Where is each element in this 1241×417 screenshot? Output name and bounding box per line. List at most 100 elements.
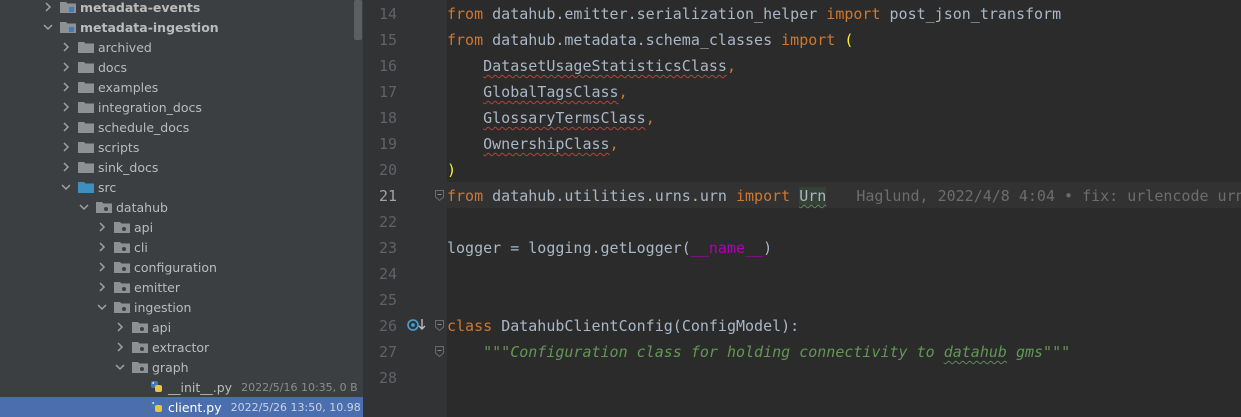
- dunder-name: __name__: [690, 239, 764, 257]
- tree-folder-item[interactable]: graph: [0, 357, 363, 377]
- chevron-right-icon[interactable]: [96, 281, 108, 293]
- fold-start-icon[interactable]: [435, 320, 444, 331]
- import-name: post_json_transform: [880, 5, 1062, 23]
- line-number[interactable]: 26: [363, 313, 397, 339]
- tree-folder-item[interactable]: datahub: [0, 197, 363, 217]
- chevron-down-icon[interactable]: [78, 201, 90, 213]
- line-number[interactable]: 25: [363, 287, 397, 313]
- line-number[interactable]: 19: [363, 131, 397, 157]
- chevron-right-icon[interactable]: [114, 321, 126, 333]
- tree-item-label: metadata-ingestion: [80, 19, 219, 35]
- close-paren: ):: [781, 317, 800, 335]
- tree-folder-item[interactable]: extractor: [0, 337, 363, 357]
- keyword: import: [736, 187, 791, 205]
- tree-item-label: cli: [134, 239, 148, 255]
- comma: ,: [609, 135, 619, 153]
- tree-item-label: api: [152, 319, 172, 335]
- code-line-16[interactable]: DatasetUsageStatisticsClass,: [447, 53, 736, 79]
- fold-start-icon[interactable]: [435, 190, 444, 201]
- tree-folder-item[interactable]: metadata-ingestion: [0, 17, 363, 37]
- chevron-right-icon[interactable]: [60, 141, 72, 153]
- chevron-right-icon[interactable]: [96, 221, 108, 233]
- folder-icon: [78, 81, 98, 93]
- code-line-23[interactable]: logger = logging.getLogger(__name__): [447, 235, 772, 261]
- chevron-right-icon[interactable]: [60, 81, 72, 93]
- chevron-right-icon[interactable]: [60, 161, 72, 173]
- code-line-21[interactable]: from datahub.utilities.urns.urn import U…: [447, 183, 1241, 209]
- tree-folder-item[interactable]: src: [0, 177, 363, 197]
- code-line-14[interactable]: from datahub.emitter.serialization_helpe…: [447, 1, 1061, 27]
- line-number[interactable]: 17: [363, 79, 397, 105]
- comma: ,: [618, 83, 628, 101]
- tree-item-label: schedule_docs: [98, 119, 190, 135]
- line-number[interactable]: 15: [363, 27, 397, 53]
- chevron-right-icon[interactable]: [96, 261, 108, 273]
- line-number[interactable]: 23: [363, 235, 397, 261]
- tree-folder-item[interactable]: api: [0, 317, 363, 337]
- fold-start-icon[interactable]: [435, 346, 444, 357]
- code-line-17[interactable]: GlobalTagsClass,: [447, 79, 628, 105]
- chevron-down-icon[interactable]: [60, 181, 72, 193]
- tree-folder-item[interactable]: schedule_docs: [0, 117, 363, 137]
- line-number[interactable]: 24: [363, 261, 397, 287]
- keyword: class: [447, 317, 493, 335]
- folder-icon: [78, 61, 98, 73]
- tree-folder-item[interactable]: ingestion: [0, 297, 363, 317]
- chevron-right-icon[interactable]: [114, 341, 126, 353]
- line-number[interactable]: 18: [363, 105, 397, 131]
- chevron-right-icon[interactable]: [60, 121, 72, 133]
- package-folder-icon: [132, 321, 152, 333]
- code-line-19[interactable]: OwnershipClass,: [447, 131, 619, 157]
- tree-folder-item[interactable]: emitter: [0, 277, 363, 297]
- chevron-down-icon[interactable]: [96, 301, 108, 313]
- tree-folder-item[interactable]: examples: [0, 77, 363, 97]
- line-number[interactable]: 16: [363, 53, 397, 79]
- chevron-down-icon[interactable]: [114, 361, 126, 373]
- line-number[interactable]: 20: [363, 157, 397, 183]
- tree-folder-item[interactable]: integration_docs: [0, 97, 363, 117]
- chevron-right-icon[interactable]: [60, 41, 72, 53]
- line-number[interactable]: 21: [363, 183, 397, 209]
- tree-scrollbar[interactable]: [354, 0, 362, 40]
- code-line-26[interactable]: class DatahubClientConfig(ConfigModel):: [447, 313, 799, 339]
- comma: ,: [726, 57, 736, 75]
- chevron-right-icon[interactable]: [96, 241, 108, 253]
- tree-folder-item[interactable]: api: [0, 217, 363, 237]
- keyword: from: [447, 5, 484, 23]
- code-line-27[interactable]: """Configuration class for holding conne…: [447, 339, 1070, 365]
- line-number[interactable]: 14: [363, 1, 397, 27]
- code-line-20[interactable]: ): [447, 157, 456, 183]
- tree-file-item[interactable]: __init__.py 2022/5/16 10:35, 0 B: [0, 377, 363, 397]
- chevron-right-icon[interactable]: [60, 101, 72, 113]
- tree-file-item[interactable]: client.py2022/5/26 13:50, 10.98 kBM: [0, 397, 363, 417]
- tree-folder-item[interactable]: scripts: [0, 137, 363, 157]
- package-folder-icon: [114, 221, 134, 233]
- tree-folder-item[interactable]: sink_docs: [0, 157, 363, 177]
- tree-folder-item[interactable]: docs: [0, 57, 363, 77]
- implements-method-icon[interactable]: [407, 318, 427, 332]
- keyword: from: [447, 187, 484, 205]
- tree-folder-item[interactable]: configuration: [0, 257, 363, 277]
- code-text: ): [763, 239, 773, 257]
- git-blame-annotation[interactable]: Haglund, 2022/4/8 4:04 • fix: urlencode …: [856, 187, 1241, 205]
- folder-icon: [78, 121, 98, 133]
- code-editor[interactable]: from datahub.emitter.serialization_helpe…: [447, 0, 1241, 417]
- module-path: datahub.utilities.urns.urn: [483, 187, 736, 205]
- chevron-down-icon[interactable]: [42, 21, 54, 33]
- tree-folder-item[interactable]: cli: [0, 237, 363, 257]
- code-line-15[interactable]: from datahub.metadata.schema_classes imp…: [447, 27, 853, 53]
- tree-folder-item[interactable]: archived: [0, 37, 363, 57]
- tree-folder-item[interactable]: metadata-events: [0, 0, 363, 17]
- code-line-18[interactable]: GlossaryTermsClass,: [447, 105, 655, 131]
- line-number[interactable]: 28: [363, 365, 397, 391]
- docstring: """Configuration class for holding conne…: [483, 343, 944, 361]
- line-number[interactable]: 22: [363, 209, 397, 235]
- chevron-right-icon[interactable]: [60, 61, 72, 73]
- line-number[interactable]: 27: [363, 339, 397, 365]
- folder-icon: [78, 141, 98, 153]
- tree-item-label: emitter: [134, 279, 180, 295]
- chevron-right-icon[interactable]: [42, 1, 54, 13]
- import-name: DatasetUsageStatisticsClass: [483, 57, 727, 75]
